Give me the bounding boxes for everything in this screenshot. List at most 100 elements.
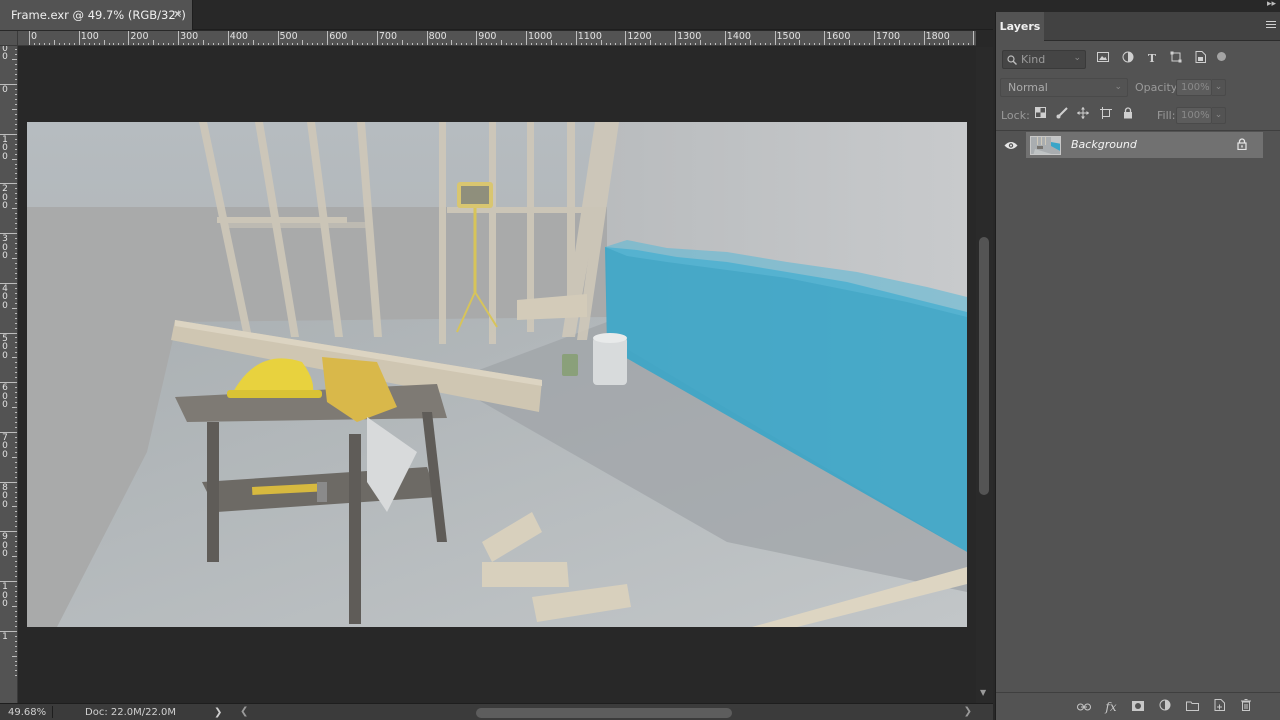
opacity-dropdown-icon[interactable]: ⌄ [1212, 79, 1226, 96]
document-image[interactable] [27, 122, 967, 627]
ruler-minor-tick [337, 43, 339, 45]
ruler-corner[interactable] [0, 31, 18, 46]
layer-visibility-toggle[interactable] [996, 132, 1025, 158]
ruler-minor-tick [183, 43, 185, 45]
fill-dropdown-icon[interactable]: ⌄ [1212, 107, 1226, 124]
ruler-minor-tick [173, 43, 175, 45]
lock-position-icon[interactable] [1075, 107, 1091, 123]
lock-label: Lock: [1001, 109, 1030, 122]
scroll-down-icon[interactable]: ▼ [980, 688, 986, 697]
ruler-minor-tick [863, 43, 865, 45]
ruler-minor-tick [759, 43, 761, 45]
ruler-minor-tick [799, 40, 801, 45]
ruler-label: 0 [2, 85, 8, 95]
layer-item-background[interactable]: Background [1026, 132, 1263, 158]
ruler-label: 1300 [677, 31, 702, 42]
status-menu-arrow-icon[interactable]: ❯ [214, 707, 222, 718]
panel-menu-icon[interactable] [1266, 21, 1276, 30]
chevron-down-icon: ⌄ [1073, 53, 1081, 63]
delete-layer-icon[interactable] [1238, 699, 1254, 715]
ruler-major-tick [227, 31, 229, 45]
filter-toggle-switch[interactable] [1217, 52, 1226, 61]
vertical-scroll-thumb[interactable] [979, 237, 989, 495]
layer-row[interactable]: Background [996, 132, 1280, 158]
ruler-minor-tick [565, 43, 567, 45]
ruler-minor-tick [819, 43, 821, 45]
ruler-minor-tick [73, 43, 75, 45]
adjustment-filter-icon[interactable] [1120, 51, 1136, 67]
horizontal-scrollbar[interactable]: ❮ ❯ [238, 704, 974, 720]
ruler-major-tick [78, 31, 80, 45]
shape-filter-icon[interactable] [1168, 51, 1184, 67]
image-filter-icon[interactable] [1095, 51, 1111, 67]
ruler-minor-tick [88, 43, 90, 45]
horizontal-scroll-thumb[interactable] [476, 708, 732, 718]
ruler-minor-tick [953, 43, 955, 45]
ruler-major-tick [128, 31, 130, 45]
ruler-minor-tick [193, 43, 194, 45]
link-layers-icon[interactable] [1076, 699, 1092, 715]
lock-all-icon[interactable] [1120, 107, 1136, 123]
ruler-minor-tick [883, 43, 885, 45]
close-tab-icon[interactable]: ✕ [173, 8, 182, 21]
opacity-field[interactable]: 100% [1176, 79, 1212, 96]
canvas-area[interactable] [18, 47, 976, 703]
type-filter-icon[interactable]: T [1144, 51, 1160, 67]
ruler-minor-tick [635, 43, 637, 45]
ruler-minor-tick [342, 43, 344, 45]
smart-object-filter-icon[interactable] [1192, 51, 1208, 67]
layer-name[interactable]: Background [1071, 138, 1137, 151]
blend-mode-select[interactable]: Normal ⌄ [1000, 78, 1128, 97]
ruler-minor-tick [148, 43, 150, 45]
ruler-minor-tick [739, 43, 741, 45]
ruler-label: 1800 [925, 31, 950, 42]
vertical-ruler[interactable]: 100 0 100 200 300 400 500 600 700 800 900 100 1 [0, 46, 18, 703]
new-group-icon[interactable] [1184, 699, 1200, 715]
ruler-minor-tick [968, 43, 970, 45]
ruler-minor-tick [784, 43, 786, 45]
ruler-minor-tick [252, 40, 254, 45]
layers-tab[interactable]: Layers [996, 12, 1044, 41]
fx-icon[interactable]: fx [1103, 699, 1119, 715]
construction-scene-render [27, 122, 967, 627]
ruler-minor-tick [58, 43, 60, 45]
ruler-minor-tick [779, 43, 781, 45]
scroll-right-icon[interactable]: ❯ [964, 706, 972, 717]
adjustment-layer-icon[interactable] [1157, 699, 1173, 715]
zoom-level[interactable]: 49.68% [0, 707, 46, 718]
add-mask-icon[interactable] [1130, 699, 1146, 715]
ruler-minor-tick [729, 43, 731, 45]
lock-artboard-icon[interactable] [1098, 107, 1114, 123]
ruler-minor-tick [133, 43, 135, 45]
ruler-minor-tick [113, 43, 115, 45]
ruler-minor-tick [645, 43, 647, 45]
search-icon [1007, 54, 1017, 65]
blend-mode-value: Normal [1008, 81, 1048, 94]
document-tab[interactable]: Frame.exr @ 49.7% (RGB/32*) ✕ [0, 0, 193, 30]
ruler-minor-tick [396, 43, 398, 45]
ruler-minor-tick [615, 43, 617, 45]
ruler-minor-tick [690, 43, 691, 45]
ruler-minor-tick [168, 43, 170, 45]
ruler-label: 700 [2, 432, 8, 460]
ruler-label: 100 [2, 46, 8, 63]
layer-lock-icon[interactable] [1237, 138, 1247, 150]
ruler-minor-tick [441, 43, 443, 45]
vertical-scrollbar[interactable]: ▼ [976, 47, 993, 703]
ruler-minor-tick [814, 43, 816, 45]
ruler-minor-tick [680, 43, 682, 45]
ruler-label: 0 [31, 31, 38, 42]
collapse-panels-icon[interactable]: ▸▸ [1267, 0, 1276, 9]
ruler-label: 1600 [826, 31, 851, 42]
ruler-minor-tick [516, 43, 518, 45]
fill-field[interactable]: 100% [1176, 107, 1212, 124]
ruler-label: 1700 [875, 31, 901, 42]
filter-kind-select[interactable]: Kind ⌄ [1002, 50, 1086, 69]
ruler-minor-tick [540, 43, 542, 45]
lock-transparent-pixels-icon[interactable] [1032, 107, 1048, 123]
ruler-minor-tick [38, 43, 40, 45]
horizontal-ruler[interactable]: 0 100 200 300 400 500 600 700 800 900 1000 1100 1200… [18, 31, 976, 46]
scroll-left-icon[interactable]: ❮ [240, 706, 248, 717]
new-layer-icon[interactable] [1211, 699, 1227, 715]
lock-image-pixels-icon[interactable] [1054, 107, 1070, 123]
